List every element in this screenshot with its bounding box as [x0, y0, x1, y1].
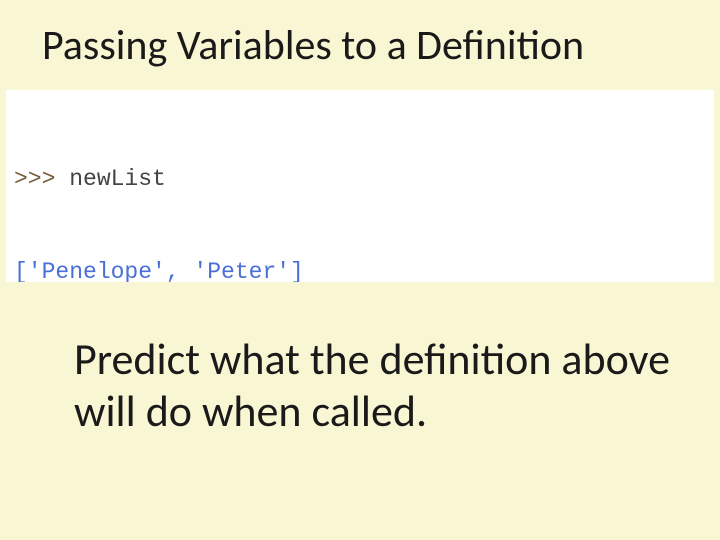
- code-line-2: ['Penelope', 'Peter']: [14, 257, 706, 282]
- code-line-1: >>> newList: [14, 164, 706, 195]
- repl-output: ['Penelope', 'Peter']: [14, 259, 304, 282]
- repl-prompt: >>>: [14, 166, 69, 192]
- slide-title: Passing Variables to a Definition: [42, 20, 584, 71]
- code-panel: >>> newList ['Penelope', 'Peter'] >>> de…: [6, 90, 714, 282]
- code-text: newList: [69, 166, 166, 192]
- slide-body-text: Predict what the definition above will d…: [74, 334, 674, 438]
